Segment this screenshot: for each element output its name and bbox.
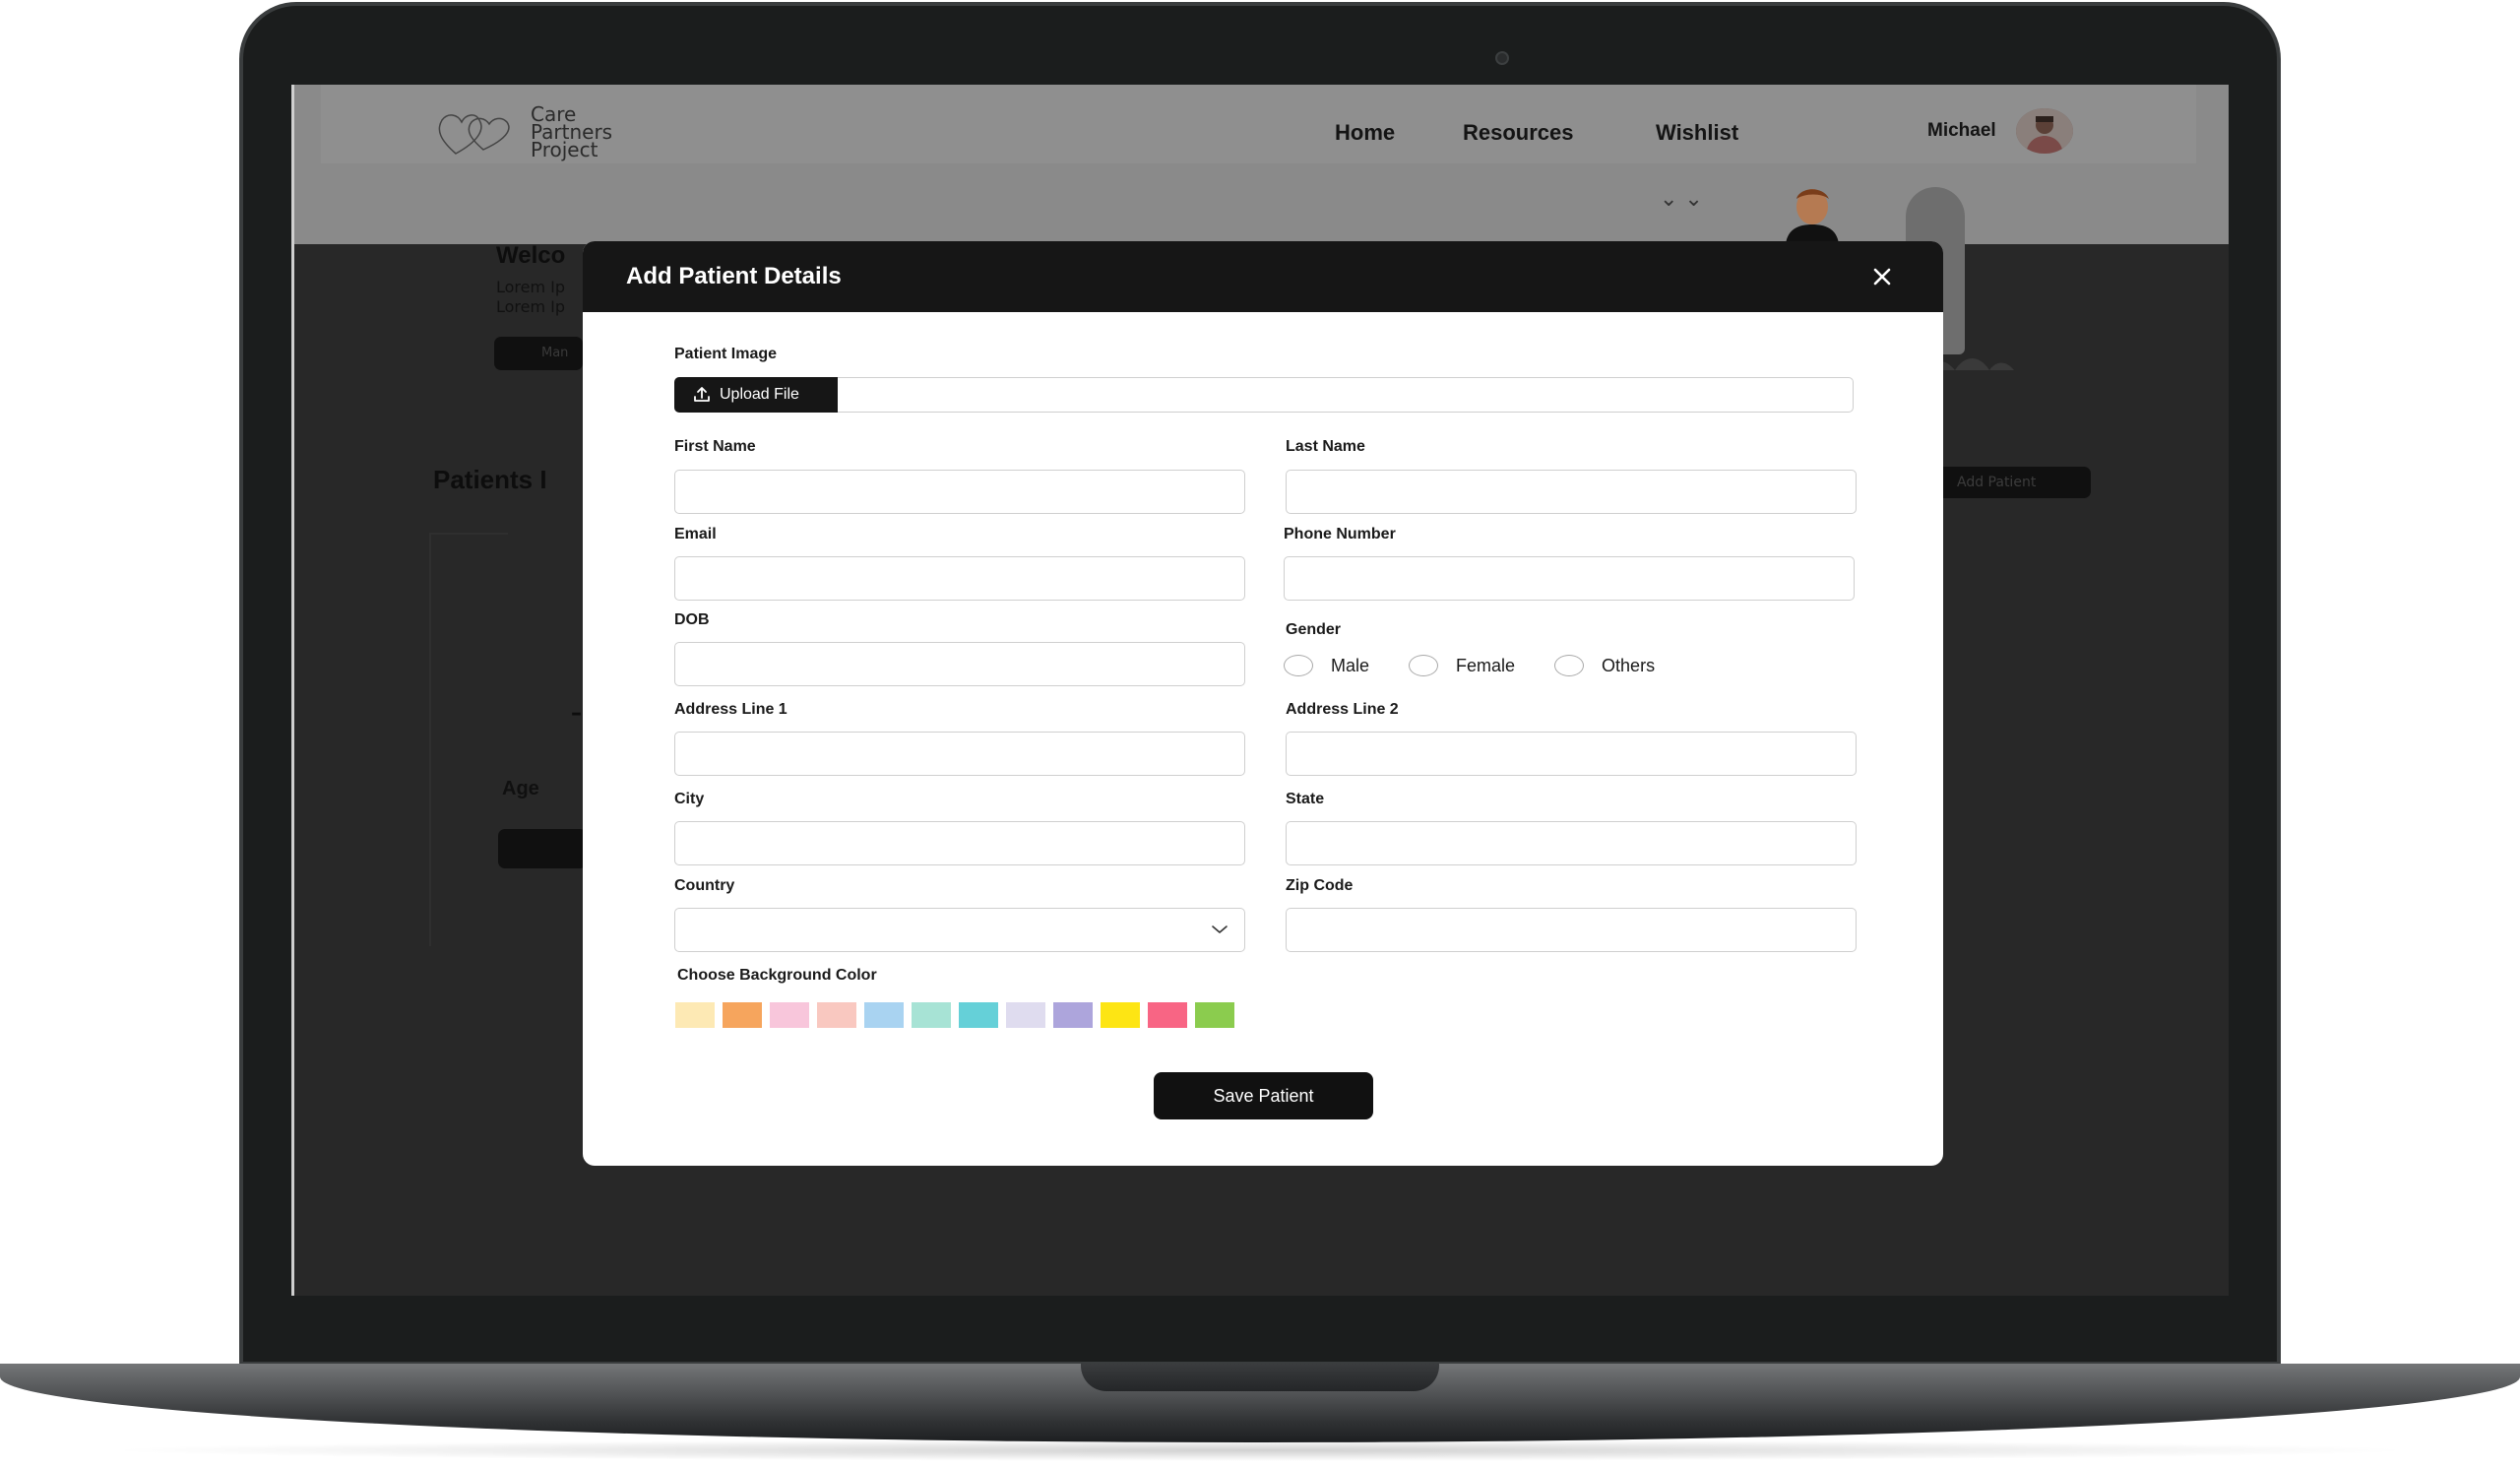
first-name-label: First Name xyxy=(674,438,756,455)
color-swatch[interactable] xyxy=(675,1002,715,1028)
radio-circle-icon xyxy=(1284,655,1313,676)
gender-label: Gender xyxy=(1286,621,1342,638)
bg-lorem-line: Lorem Ip xyxy=(496,278,566,296)
bg-welcome-heading: Welco xyxy=(496,242,566,269)
nav-wishlist[interactable]: Wishlist xyxy=(1656,120,1738,146)
logo[interactable]: Care Partners Project xyxy=(434,104,649,160)
color-swatch[interactable] xyxy=(1148,1002,1187,1028)
color-swatch[interactable] xyxy=(1195,1002,1234,1028)
first-name-input[interactable] xyxy=(674,470,1245,514)
upload-icon xyxy=(694,387,710,402)
bg-lorem-line: Lorem Ip xyxy=(496,297,566,316)
city-field[interactable] xyxy=(674,821,1245,865)
bg-manage-button: Man xyxy=(494,337,583,370)
patient-image-label: Patient Image xyxy=(674,346,778,362)
country-select[interactable] xyxy=(674,908,1245,952)
gender-female-radio[interactable]: Female xyxy=(1409,655,1515,676)
email-label: Email xyxy=(674,526,717,543)
bg-patient-card xyxy=(429,533,508,946)
zip-label: Zip Code xyxy=(1286,877,1354,894)
dob-label: DOB xyxy=(674,611,710,628)
zip-field[interactable] xyxy=(1286,908,1857,952)
gender-option-label: Male xyxy=(1331,655,1370,675)
camera-icon xyxy=(1495,51,1509,65)
close-icon xyxy=(1873,268,1891,286)
last-name-input[interactable] xyxy=(1286,470,1857,514)
color-swatch[interactable] xyxy=(817,1002,856,1028)
color-swatch[interactable] xyxy=(1006,1002,1045,1028)
country-label: Country xyxy=(674,877,735,894)
gender-option-label: Others xyxy=(1602,655,1656,675)
hearts-logo-icon xyxy=(438,114,510,155)
laptop-shadow xyxy=(98,1439,2422,1461)
color-swatch[interactable] xyxy=(770,1002,809,1028)
upload-file-label: Upload File xyxy=(720,386,799,403)
modal-header: Add Patient Details xyxy=(583,241,1943,312)
color-swatch[interactable] xyxy=(1101,1002,1140,1028)
laptop-notch xyxy=(1081,1364,1439,1391)
color-swatch[interactable] xyxy=(864,1002,904,1028)
chevron-down-icon xyxy=(1212,925,1228,933)
dob-field[interactable] xyxy=(674,642,1245,686)
bg-card-button xyxy=(498,829,587,868)
address2-label: Address Line 2 xyxy=(1286,701,1399,718)
color-label: Choose Background Color xyxy=(677,967,877,984)
close-button[interactable] xyxy=(1870,265,1894,288)
phone-label: Phone Number xyxy=(1284,526,1396,543)
address2-field[interactable] xyxy=(1286,732,1857,776)
logo-line: Project xyxy=(531,138,598,161)
person-illustration-icon xyxy=(1786,189,1839,244)
avatar-icon xyxy=(2016,108,2073,154)
phone-field[interactable] xyxy=(1284,556,1855,601)
site-header: Care Partners Project Home Resources Wis… xyxy=(291,85,2229,354)
nav-home[interactable]: Home xyxy=(1335,120,1395,146)
color-swatch[interactable] xyxy=(723,1002,762,1028)
add-patient-modal: Add Patient Details Patient Image Upload… xyxy=(583,241,1943,1166)
logo-text: Care Partners Project xyxy=(531,104,649,161)
gender-option-label: Female xyxy=(1456,655,1516,675)
color-swatch[interactable] xyxy=(1053,1002,1093,1028)
gender-radio-group: Male Female Others xyxy=(1284,655,1694,676)
email-field[interactable] xyxy=(674,556,1245,601)
nav-resources[interactable]: Resources xyxy=(1463,120,1574,146)
address1-label: Address Line 1 xyxy=(674,701,788,718)
bg-card-mark: – xyxy=(571,701,582,726)
last-name-label: Last Name xyxy=(1286,438,1365,455)
save-patient-button[interactable]: Save Patient xyxy=(1154,1072,1373,1119)
state-label: State xyxy=(1286,791,1325,807)
modal-title: Add Patient Details xyxy=(626,263,842,289)
bg-patients-heading: Patients I xyxy=(433,465,547,494)
file-upload-field[interactable]: Upload File xyxy=(674,377,1854,413)
screen-edge xyxy=(291,85,294,1296)
color-swatch[interactable] xyxy=(959,1002,998,1028)
color-swatch[interactable] xyxy=(912,1002,951,1028)
color-swatches xyxy=(675,1002,1234,1028)
state-field[interactable] xyxy=(1286,821,1857,865)
upload-file-button[interactable]: Upload File xyxy=(674,377,838,413)
radio-circle-icon xyxy=(1409,655,1439,676)
city-label: City xyxy=(674,791,705,807)
address1-field[interactable] xyxy=(674,732,1245,776)
bg-add-patient-button: Add Patient xyxy=(1933,467,2091,498)
user-name[interactable]: Michael xyxy=(1927,120,1996,142)
avatar[interactable] xyxy=(2016,108,2073,154)
gender-others-radio[interactable]: Others xyxy=(1554,655,1655,676)
gender-male-radio[interactable]: Male xyxy=(1284,655,1369,676)
bg-age-label: Age xyxy=(502,778,539,799)
bird-illustration-icon: ⌄ ⌄ xyxy=(1660,187,1703,212)
radio-circle-icon xyxy=(1554,655,1585,676)
